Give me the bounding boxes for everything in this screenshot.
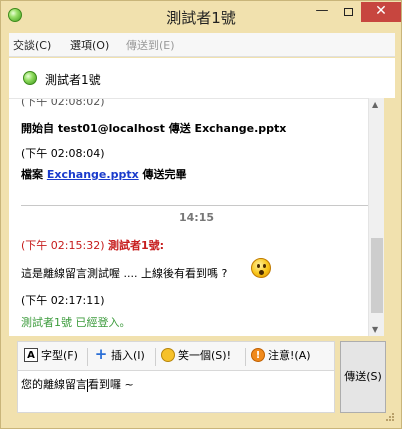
close-button[interactable]: ✕ [361,2,401,22]
send-button[interactable]: 傳送(S) [340,341,386,413]
scroll-thumb[interactable] [371,238,383,313]
message-timestamp: (下午 02:08:04) [21,147,105,160]
message-header: (下午 02:15:32) 測試者1號: [21,237,164,253]
maximize-button[interactable] [335,2,361,22]
scroll-down-icon[interactable]: ▼ [372,325,378,334]
login-notice: 測試者1號 已經登入。 [21,316,131,329]
toolbar-divider [87,348,88,366]
message-input-text: 您的離線留言看到囉 ~ [21,376,134,392]
emoji-mouth [259,270,264,275]
typed-text: 您的離線留言 [21,378,87,391]
warning-icon: ! [251,348,265,362]
chat-window: 測試者1號 — ✕ 交談(C) 選項(O) 傳送到(E) 測試者1號 (下午 0… [0,0,402,429]
menu-send-to[interactable]: 傳送到(E) [126,37,175,53]
window-title: 測試者1號 [166,9,236,27]
file-link[interactable]: Exchange.pptx [47,168,139,181]
toolbar-divider [245,348,246,366]
alert-label: 注意!(A) [268,349,311,362]
typed-text: 看到囉 ~ [88,378,134,391]
message-input[interactable]: 您的離線留言看到囉 ~ [17,371,335,413]
toolbar-divider [155,348,156,366]
time-header: 14:15 [178,211,214,224]
contact-name: 測試者1號 [45,73,101,87]
file-label: 檔案 [21,168,43,181]
smile-label: 笑一個(S)! [178,349,231,362]
smile-button[interactable]: 笑一個(S)! [161,347,231,367]
file-status: 傳送完畢 [142,168,187,181]
chat-history[interactable]: (下午 02:08:02) 開始自 test01@localhost 傳送 Ex… [9,98,384,336]
scroll-up-icon[interactable]: ▲ [372,100,378,109]
minimize-button[interactable]: — [309,2,335,22]
surprised-emoji-icon [251,258,271,278]
sender-name: 測試者1號: [107,239,165,252]
font-label: 字型(F) [41,349,78,362]
message-timestamp: (下午 02:17:11) [21,294,105,307]
menu-options[interactable]: 選項(O) [70,37,109,53]
message-timestamp: (下午 02:08:02) [21,98,105,108]
maximize-icon [343,8,353,16]
contact-header: 測試者1號 [9,58,395,98]
insert-label: 插入(I) [111,349,145,362]
input-toolbar: A 字型(F) + 插入(I) 笑一個(S)! ! 注意!(A) [17,341,335,371]
resize-grip-icon[interactable] [385,412,395,422]
chat-scrollbar[interactable]: ▲ ▼ [368,98,384,336]
divider [21,205,371,206]
plus-icon: + [94,345,108,363]
insert-button[interactable]: + 插入(I) [94,347,145,367]
contact-status-icon [23,71,37,85]
font-button[interactable]: A 字型(F) [24,347,78,367]
font-icon: A [24,348,38,362]
title-bar[interactable]: 測試者1號 — ✕ [1,1,401,31]
transfer-start-message: 開始自 test01@localhost 傳送 Exchange.pptx [21,122,287,135]
message-text: 這是離線留言測試喔 .... 上線後有看到嗎 ? [21,267,228,280]
transfer-complete-message: 檔案 Exchange.pptx 傳送完畢 [21,166,187,182]
online-status-icon [8,8,22,22]
smile-icon [161,348,175,362]
alert-button[interactable]: ! 注意!(A) [251,347,311,367]
menu-bar: 交談(C) 選項(O) 傳送到(E) [9,33,395,57]
menu-conversation[interactable]: 交談(C) [13,37,51,53]
message-timestamp: (下午 02:15:32) [21,239,105,252]
